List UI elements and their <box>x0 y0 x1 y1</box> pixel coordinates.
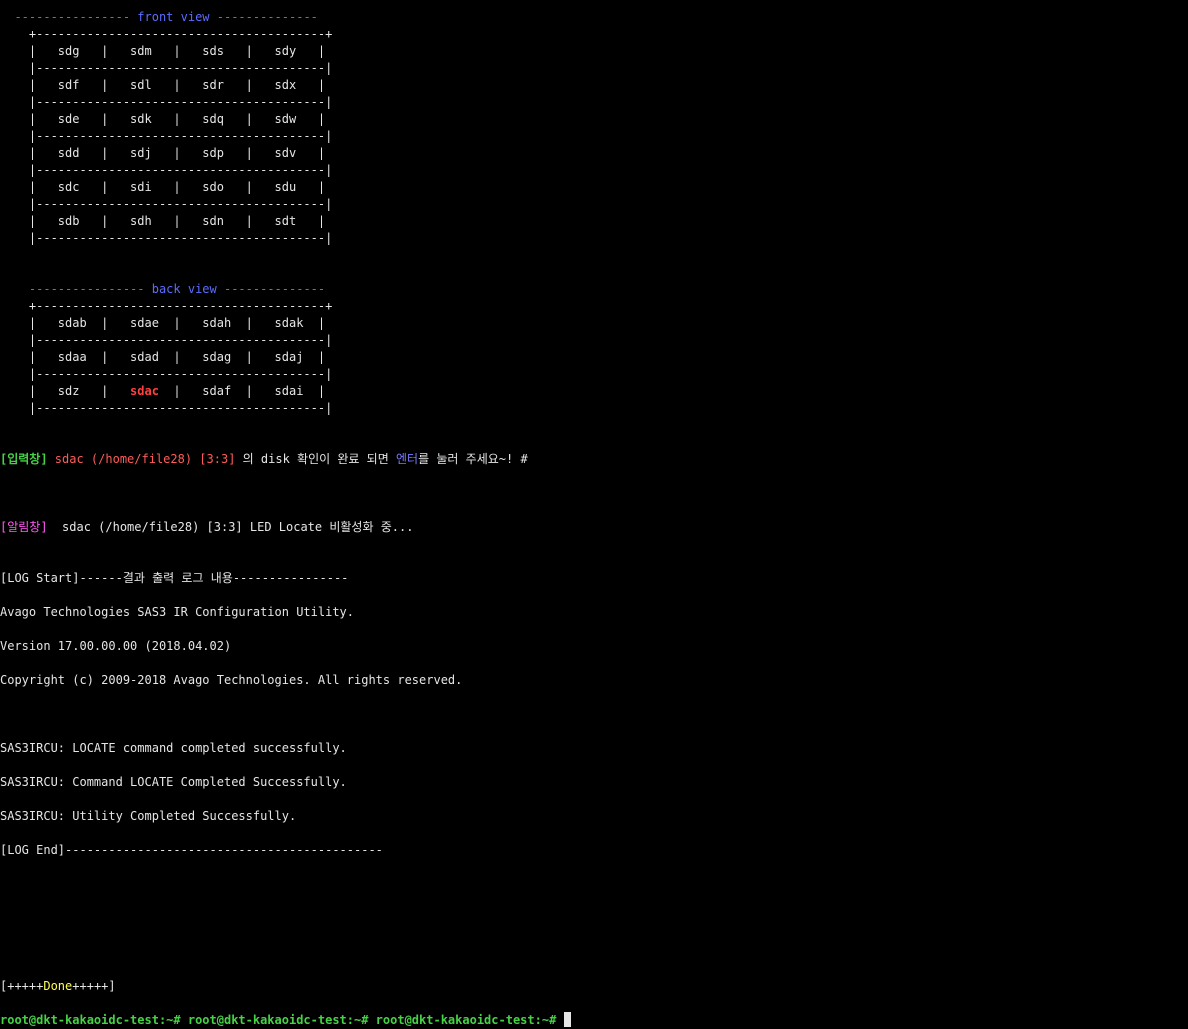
text-cursor[interactable] <box>563 1012 571 1027</box>
input-prompt-line: [입력창] sdac (/home/file28) [3:3] 의 disk 확… <box>0 451 528 468</box>
log-line: SAS3IRCU: Utility Completed Successfully… <box>0 809 297 823</box>
input-middle: 의 disk 확인이 완료 되면 <box>235 452 396 466</box>
back-separator: |---------------------------------------… <box>0 367 333 381</box>
log-line: SAS3IRCU: Command LOCATE Completed Succe… <box>0 775 347 789</box>
front-row: | sdc | sdi | sdo | sdu | <box>0 180 326 194</box>
front-row: | sdd | sdj | sdp | sdv | <box>0 146 326 160</box>
back-border-top: +---------------------------------------… <box>0 299 333 313</box>
back-view-header: ---------------- back view -------------… <box>0 281 325 298</box>
shell-prompt-line[interactable]: root@dkt-kakaoidc-test:~# root@dkt-kakao… <box>0 1012 571 1029</box>
front-separator: |---------------------------------------… <box>0 61 333 75</box>
highlighted-disk: sdac <box>130 384 159 398</box>
done-word: Done <box>43 979 73 993</box>
back-row-prefix: | sdz | <box>0 384 131 398</box>
front-separator: |---------------------------------------… <box>0 197 333 211</box>
front-row: | sdg | sdm | sds | sdy | <box>0 44 326 58</box>
back-separator: |---------------------------------------… <box>0 401 333 415</box>
alert-tag: [알림창] <box>0 520 48 534</box>
input-rest: 를 눌러 주세요~! # <box>418 452 528 466</box>
back-separator: |---------------------------------------… <box>0 333 333 347</box>
front-view-header: ---------------- front view ------------… <box>0 9 318 26</box>
done-line: [+++++Done+++++] <box>0 978 116 995</box>
back-row: | sdab | sdae | sdah | sdak | <box>0 316 326 330</box>
input-enter: 엔터 <box>396 452 419 466</box>
front-border-top: +---------------------------------------… <box>0 27 333 41</box>
front-separator: |---------------------------------------… <box>0 231 333 245</box>
back-header-left: ---------------- <box>0 282 145 296</box>
front-separator: |---------------------------------------… <box>0 95 333 109</box>
back-header-right: -------------- <box>223 282 326 296</box>
front-separator: |---------------------------------------… <box>0 163 333 177</box>
front-header-title: front view <box>130 10 217 24</box>
log-end: [LOG End]-------------------------------… <box>0 843 383 857</box>
front-header-right: -------------- <box>216 10 318 24</box>
alert-message: sdac (/home/file28) [3:3] LED Locate 비활성… <box>47 520 414 534</box>
terminal-window[interactable]: ---------------- front view ------------… <box>0 0 1188 1028</box>
back-header-title: back view <box>144 282 224 296</box>
log-line: Copyright (c) 2009-2018 Avago Technologi… <box>0 673 463 687</box>
log-line: Avago Technologies SAS3 IR Configuration… <box>0 605 355 619</box>
front-row: | sdb | sdh | sdn | sdt | <box>0 214 326 228</box>
input-tag: [입력창] <box>0 452 48 466</box>
done-right: +++++] <box>72 979 116 993</box>
front-row: | sde | sdk | sdq | sdw | <box>0 112 326 126</box>
input-disk: sdac (/home/file28) [3:3] <box>47 452 236 466</box>
done-left: [+++++ <box>0 979 44 993</box>
shell-prompt: root@dkt-kakaoidc-test:~# root@dkt-kakao… <box>0 1013 564 1027</box>
front-separator: |---------------------------------------… <box>0 129 333 143</box>
log-start: [LOG Start]------결과 출력 로그 내용------------… <box>0 571 349 585</box>
log-line: SAS3IRCU: LOCATE command completed succe… <box>0 741 347 755</box>
back-row-suffix: | sdaf | sdai | <box>158 384 326 398</box>
alert-line: [알림창] sdac (/home/file28) [3:3] LED Loca… <box>0 519 413 536</box>
back-row-highlighted: | sdz | sdac | sdaf | sdai | <box>0 383 325 400</box>
log-line: Version 17.00.00.00 (2018.04.02) <box>0 639 232 653</box>
front-header-left: ---------------- <box>0 10 131 24</box>
back-row: | sdaa | sdad | sdag | sdaj | <box>0 350 326 364</box>
front-row: | sdf | sdl | sdr | sdx | <box>0 78 326 92</box>
